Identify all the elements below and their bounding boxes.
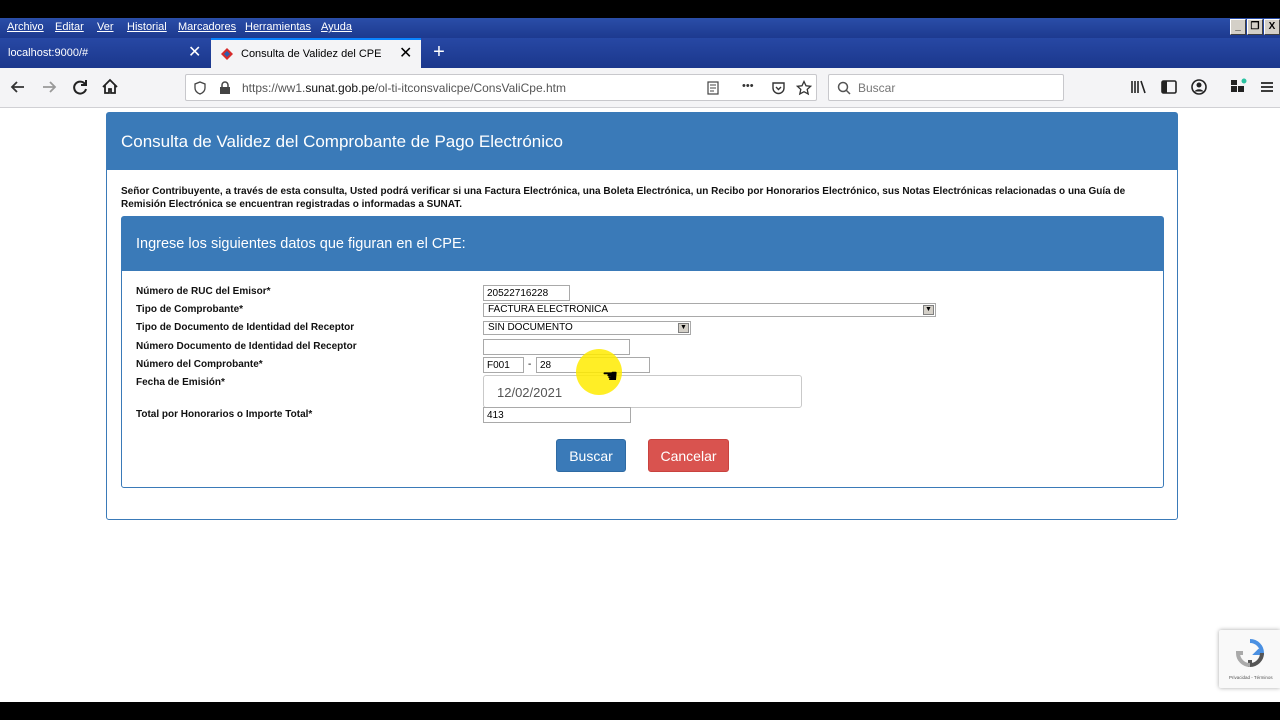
forward-arrow-icon[interactable] [38, 76, 60, 98]
tab-label: localhost:9000/# [8, 47, 89, 59]
shield-icon[interactable] [193, 81, 207, 95]
menu-ver[interactable]: Ver [97, 21, 114, 33]
tipo-comprobante-value: FACTURA ELECTRONICA [488, 304, 609, 315]
menu-ayuda[interactable]: Ayuda [321, 21, 352, 33]
recaptcha-footer[interactable]: Privacidad - Términos [1229, 675, 1273, 680]
bookmark-star-icon[interactable] [796, 80, 812, 96]
tab-bar: localhost:9000/# ✕ Consulta de Validez d… [0, 38, 1280, 69]
total-label: Total por Honorarios o Importe Total* [136, 409, 313, 420]
menu-historial[interactable]: Historial [127, 21, 167, 33]
reader-view-icon[interactable] [706, 81, 720, 95]
close-window-button[interactable]: X [1264, 19, 1280, 35]
home-icon[interactable] [99, 76, 121, 98]
reload-icon[interactable] [69, 76, 91, 98]
tab-localhost[interactable]: localhost:9000/# ✕ [0, 38, 210, 68]
menu-marcadores[interactable]: Marcadores [178, 21, 236, 33]
pocket-icon[interactable] [771, 81, 786, 95]
tipo-doc-select[interactable]: SIN DOCUMENTO ▼ [483, 321, 691, 335]
tipo-comprobante-select[interactable]: FACTURA ELECTRONICA ▼ [483, 303, 936, 317]
recaptcha-badge[interactable]: Privacidad - Términos [1219, 630, 1280, 688]
navigation-toolbar: https://ww1.sunat.gob.pe/ol-ti-itconsval… [0, 68, 1280, 108]
close-tab-icon[interactable]: ✕ [399, 40, 412, 68]
intro-text: Señor Contribuyente, a través de esta co… [121, 186, 1126, 210]
hamburger-menu-icon[interactable] [1256, 76, 1278, 98]
search-bar[interactable]: Buscar [828, 74, 1064, 101]
lock-icon[interactable] [219, 81, 231, 95]
sidebar-icon[interactable] [1158, 76, 1180, 98]
sunat-favicon-icon [221, 48, 233, 60]
new-tab-button[interactable]: + [428, 38, 450, 68]
chevron-down-icon: ▼ [923, 305, 934, 315]
account-icon[interactable] [1188, 76, 1210, 98]
extensions-icon[interactable] [1227, 76, 1249, 98]
chevron-down-icon: ▼ [678, 323, 689, 333]
recaptcha-logo-icon [1235, 639, 1265, 668]
ruc-input[interactable] [483, 285, 570, 301]
num-doc-label: Número Documento de Identidad del Recept… [136, 341, 357, 352]
url-bar[interactable]: https://ww1.sunat.gob.pe/ol-ti-itconsval… [185, 74, 817, 101]
serie-input[interactable] [483, 357, 524, 373]
serie-separator: - [528, 359, 532, 370]
window-controls: _ ❐ X [1230, 19, 1280, 36]
fecha-value: 12/02/2021 [497, 385, 563, 400]
menu-herramientas[interactable]: Herramientas [245, 21, 311, 33]
total-input[interactable] [483, 407, 631, 423]
buscar-button[interactable]: Buscar [556, 439, 626, 472]
library-icon[interactable] [1128, 76, 1150, 98]
page-content: Consulta de Validez del Comprobante de P… [0, 108, 1280, 702]
tipo-comprobante-label: Tipo de Comprobante* [136, 304, 244, 315]
close-tab-icon[interactable]: ✕ [188, 38, 201, 68]
consulta-panel: Consulta de Validez del Comprobante de P… [106, 112, 1178, 520]
fecha-emision-input[interactable]: 12/02/2021 [483, 375, 802, 408]
fecha-label: Fecha de Emisión* [136, 377, 225, 388]
screen-bottom-border [0, 702, 1280, 720]
menu-editar[interactable]: Editar [55, 21, 84, 33]
cancelar-button[interactable]: Cancelar [648, 439, 729, 472]
hand-cursor-icon: ☚ [602, 366, 619, 386]
page-title: Consulta de Validez del Comprobante de P… [107, 113, 1177, 170]
tipo-doc-value: SIN DOCUMENTO [488, 322, 573, 333]
menu-archivo[interactable]: Archivo [7, 21, 44, 33]
screen-top-border [0, 0, 1280, 18]
ruc-label: Número de RUC del Emisor* [136, 286, 271, 297]
tab-label: Consulta de Validez del CPE [241, 48, 382, 60]
back-arrow-icon[interactable] [7, 76, 29, 98]
page-actions-icon[interactable]: ••• [742, 80, 754, 92]
menu-bar: Archivo Editar Ver Historial Marcadores … [0, 18, 1280, 38]
num-comprobante-label: Número del Comprobante* [136, 359, 263, 370]
minimize-button[interactable]: _ [1230, 19, 1246, 35]
restore-button[interactable]: ❐ [1247, 19, 1263, 35]
search-icon [837, 81, 851, 95]
form-title: Ingrese los siguientes datos que figuran… [122, 217, 1163, 271]
tab-consulta-cpe[interactable]: Consulta de Validez del CPE ✕ [211, 38, 421, 69]
form-panel: Ingrese los siguientes datos que figuran… [121, 216, 1164, 488]
url-text: https://ww1.sunat.gob.pe/ol-ti-itconsval… [242, 81, 566, 95]
search-placeholder: Buscar [858, 81, 896, 95]
tipo-doc-label: Tipo de Documento de Identidad del Recep… [136, 322, 355, 333]
